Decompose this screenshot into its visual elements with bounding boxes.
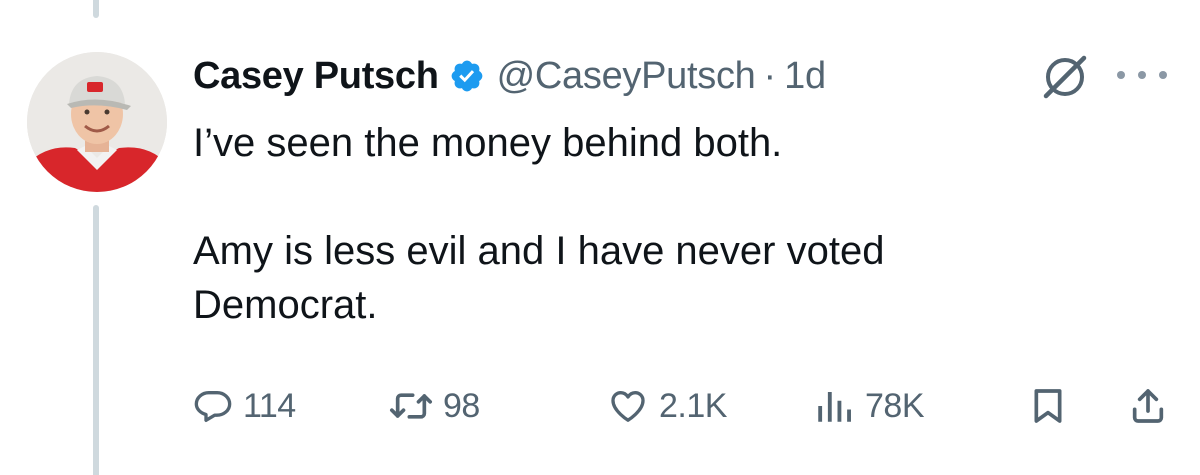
like-button[interactable]: 2.1K — [607, 378, 727, 434]
tweet-header: Casey Putsch @CaseyPutsch · 1d — [193, 46, 826, 106]
thread-line-top — [93, 0, 99, 18]
grok-icon[interactable] — [1040, 52, 1090, 102]
reply-button[interactable]: 114 — [193, 378, 296, 434]
bookmark-button[interactable] — [1028, 378, 1068, 434]
tweet-text-line: I’ve seen the money behind both. — [193, 121, 783, 165]
bookmark-icon — [1034, 389, 1062, 423]
display-name[interactable]: Casey Putsch — [193, 55, 439, 98]
header-separator: · — [763, 54, 777, 97]
like-count: 2.1K — [659, 386, 727, 425]
avatar[interactable] — [27, 52, 167, 192]
author-handle[interactable]: @CaseyPutsch — [497, 55, 756, 98]
reply-icon — [194, 391, 232, 422]
thread-line-bottom — [93, 205, 99, 475]
reply-count: 114 — [243, 386, 296, 425]
views-count: 78K — [865, 386, 925, 425]
views-icon — [818, 392, 851, 422]
repost-button[interactable]: 98 — [389, 378, 480, 434]
share-icon — [1132, 389, 1164, 423]
tweet-text: I’ve seen the money behind both. Amy is … — [193, 116, 1153, 332]
repost-count: 98 — [443, 386, 480, 425]
tweet-timestamp[interactable]: 1d — [784, 55, 826, 98]
repost-icon — [390, 393, 432, 419]
like-icon — [611, 391, 645, 422]
views-button[interactable]: 78K — [813, 378, 925, 434]
verified-badge-icon[interactable] — [449, 58, 485, 94]
tweet-text-line: Democrat. — [193, 283, 378, 327]
more-icon[interactable] — [1117, 60, 1167, 90]
share-button[interactable] — [1128, 378, 1168, 434]
tweet-text-line: Amy is less evil and I have never voted — [193, 229, 885, 273]
tweet-actions: 114 98 2.1K 78K — [193, 378, 1178, 434]
